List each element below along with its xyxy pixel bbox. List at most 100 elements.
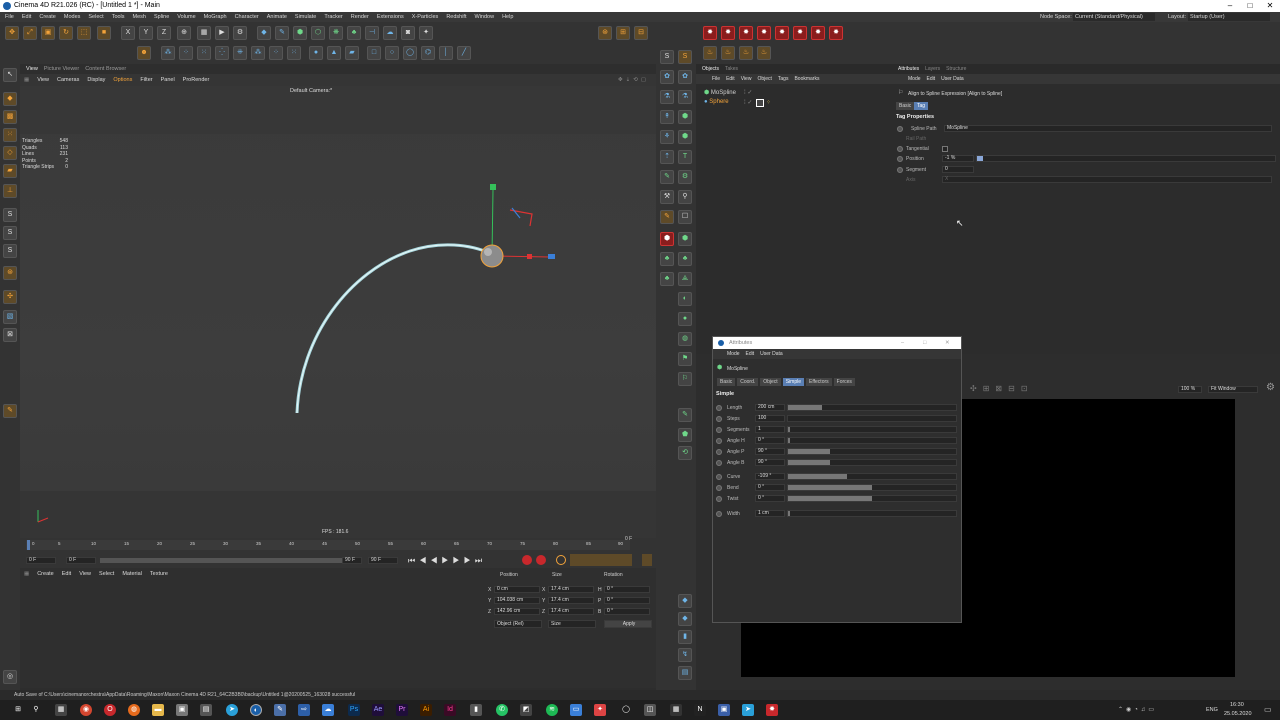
param-slider[interactable] <box>787 484 957 491</box>
workplane-icon[interactable]: ⊞ <box>616 26 630 40</box>
menu-select[interactable]: Select <box>88 12 103 22</box>
param-slider[interactable] <box>787 404 957 411</box>
menu-tools[interactable]: Tools <box>112 12 125 22</box>
guide-icon[interactable]: ⊟ <box>634 26 648 40</box>
subtab-basic[interactable]: Basic <box>896 102 915 110</box>
xp-tool-s-icon[interactable]: ♣ <box>660 252 674 266</box>
obj-menu-bookmarks[interactable]: Bookmarks <box>794 74 819 84</box>
recent-tool-icon[interactable]: ⬚ <box>77 26 91 40</box>
menu-simulate[interactable]: Simulate <box>295 12 316 22</box>
rotate-tool-icon[interactable]: ↻ <box>59 26 73 40</box>
dialog-minimize-icon[interactable]: – <box>901 337 904 349</box>
xp-tool-t-icon[interactable]: ♣ <box>678 252 692 266</box>
apply-button[interactable]: Apply <box>604 620 652 628</box>
param-field[interactable]: 0 ° <box>755 495 785 502</box>
xp-tool-d-icon[interactable]: ⚗ <box>678 90 692 104</box>
texture-mode-icon[interactable]: ▩ <box>3 110 17 124</box>
taskbar-chrome-icon[interactable]: ◉ <box>80 704 92 716</box>
vp-menu-cameras[interactable]: Cameras <box>57 74 79 86</box>
xp-tool-l-icon[interactable]: ⚙ <box>678 170 692 184</box>
snap-icon[interactable]: ⊛ <box>598 26 612 40</box>
param-slider[interactable] <box>787 415 957 422</box>
python-icon[interactable]: ☻ <box>137 46 151 60</box>
freehand-spline-icon[interactable]: ╱ <box>457 46 471 60</box>
align-to-spline-tag-icon[interactable] <box>756 99 764 107</box>
layout-select[interactable]: Startup (User) <box>1188 13 1270 21</box>
scale-tool-icon[interactable]: ⤢ <box>23 26 37 40</box>
z-axis-icon[interactable]: Z <box>157 26 171 40</box>
deformer-icon[interactable]: ⊣ <box>365 26 379 40</box>
menu-tracker[interactable]: Tracker <box>324 12 342 22</box>
position-anim-icon[interactable] <box>897 156 903 162</box>
tray-language[interactable]: ENG <box>1206 707 1218 713</box>
axis-select[interactable]: X <box>942 176 1272 183</box>
playback-controls[interactable]: ⏮◀◀▶▶▶⏭ <box>408 556 486 566</box>
render-view-icon[interactable]: ▶ <box>215 26 229 40</box>
particle-tool-5-icon[interactable]: ⁜ <box>233 46 247 60</box>
taskbar-app-8-icon[interactable]: ▭ <box>570 704 582 716</box>
particle-tool-7-icon[interactable]: ⁘ <box>269 46 283 60</box>
tab-objects[interactable]: Objects <box>702 64 719 74</box>
xp-tool-u-icon[interactable]: ♣ <box>660 272 674 286</box>
xp-tool-r-icon[interactable]: ⬢ <box>678 232 692 246</box>
xp-tool-y-icon[interactable]: ◍ <box>678 332 692 346</box>
dialog-maximize-icon[interactable]: □ <box>923 337 926 349</box>
circle-spline-icon[interactable]: ○ <box>385 46 399 60</box>
taskbar-app-4-icon[interactable]: ⇨ <box>298 704 310 716</box>
taskbar-app-1-icon[interactable]: ▣ <box>176 704 188 716</box>
spline-path-link[interactable]: MoSpline <box>944 125 1272 132</box>
move-tool-icon[interactable]: ✥ <box>5 26 19 40</box>
xp-tool-ag-icon[interactable]: ▮ <box>678 630 692 644</box>
current-frame-field[interactable]: 0 F <box>625 536 632 542</box>
xp-tool-1-icon[interactable]: ♨ <box>703 46 717 60</box>
size-y-field[interactable]: 17.4 cm <box>548 597 594 604</box>
world-coord-icon[interactable]: ⊕ <box>177 26 191 40</box>
position-slider[interactable] <box>976 155 1276 162</box>
pen-icon[interactable]: ✎ <box>275 26 289 40</box>
particle-tool-4-icon[interactable]: ⁛ <box>215 46 229 60</box>
param-anim-icon[interactable] <box>716 460 722 466</box>
polygon-mode-icon[interactable]: ▰ <box>3 164 17 178</box>
solo-hierarchy-icon[interactable]: S <box>3 226 17 240</box>
obj-menu-view[interactable]: View <box>741 74 752 84</box>
taskbar-indesign-icon[interactable]: Id <box>444 704 456 716</box>
fx-tool-icon[interactable]: ◎ <box>3 670 17 684</box>
menu-x-particles[interactable]: X-Particles <box>412 12 439 22</box>
particle-tool-1-icon[interactable]: ⁂ <box>161 46 175 60</box>
xp-tool-g-icon[interactable]: ⚘ <box>660 130 674 144</box>
xp-tool-w-icon[interactable]: ◐ <box>678 292 692 306</box>
particle-tool-8-icon[interactable]: ⁙ <box>287 46 301 60</box>
taskbar-telegram-icon[interactable]: ➤ <box>226 704 238 716</box>
pos-x-field[interactable]: 0 cm <box>494 586 540 593</box>
viewport-nav-icons[interactable]: ✥⇣⟲▢ <box>618 74 649 86</box>
rect-spline-icon[interactable]: □ <box>367 46 381 60</box>
menu-modes[interactable]: Modes <box>64 12 81 22</box>
taskbar-premiere-icon[interactable]: Pr <box>396 704 408 716</box>
param-anim-icon[interactable] <box>716 496 722 502</box>
coordinate-system-icon[interactable]: ■ <box>97 26 111 40</box>
mograph-active-icon[interactable]: ♣ <box>347 26 361 40</box>
subtab-tag[interactable]: Tag <box>914 102 929 110</box>
tab-layers[interactable]: Layers <box>925 64 940 74</box>
fit-window-select[interactable]: Fit Window <box>1208 386 1258 393</box>
param-slider[interactable] <box>787 510 957 517</box>
line-spline-icon[interactable]: │ <box>439 46 453 60</box>
taskbar-app-2-icon[interactable]: ▤ <box>200 704 212 716</box>
size-z-field[interactable]: 17.4 cm <box>548 608 594 615</box>
param-anim-icon[interactable] <box>716 474 722 480</box>
mat-menu-select[interactable]: Select <box>99 568 114 580</box>
taskbar-whatsapp-icon[interactable]: ✆ <box>496 704 508 716</box>
vp-menu-view[interactable]: View <box>37 74 49 86</box>
xp-tool-k-icon[interactable]: ✎ <box>660 170 674 184</box>
live-select-icon[interactable]: ▣ <box>41 26 55 40</box>
param-anim-icon[interactable] <box>716 485 722 491</box>
list-item[interactable]: ⬢ MoSpline ⁞ ✓ <box>704 89 884 98</box>
taskbar-app-6-icon[interactable]: ▮ <box>470 704 482 716</box>
axis-mode-icon[interactable]: ⊥ <box>3 184 17 198</box>
taskbar-search-icon[interactable]: ⚲ <box>30 704 42 716</box>
param-field[interactable]: 90 ° <box>755 459 785 466</box>
xp-tool-2-icon[interactable]: ♨ <box>721 46 735 60</box>
xp-action-icon[interactable]: ✸ <box>793 26 807 40</box>
subdivision-icon[interactable]: ⬢ <box>293 26 307 40</box>
solo-s2-icon[interactable]: S <box>678 50 692 64</box>
